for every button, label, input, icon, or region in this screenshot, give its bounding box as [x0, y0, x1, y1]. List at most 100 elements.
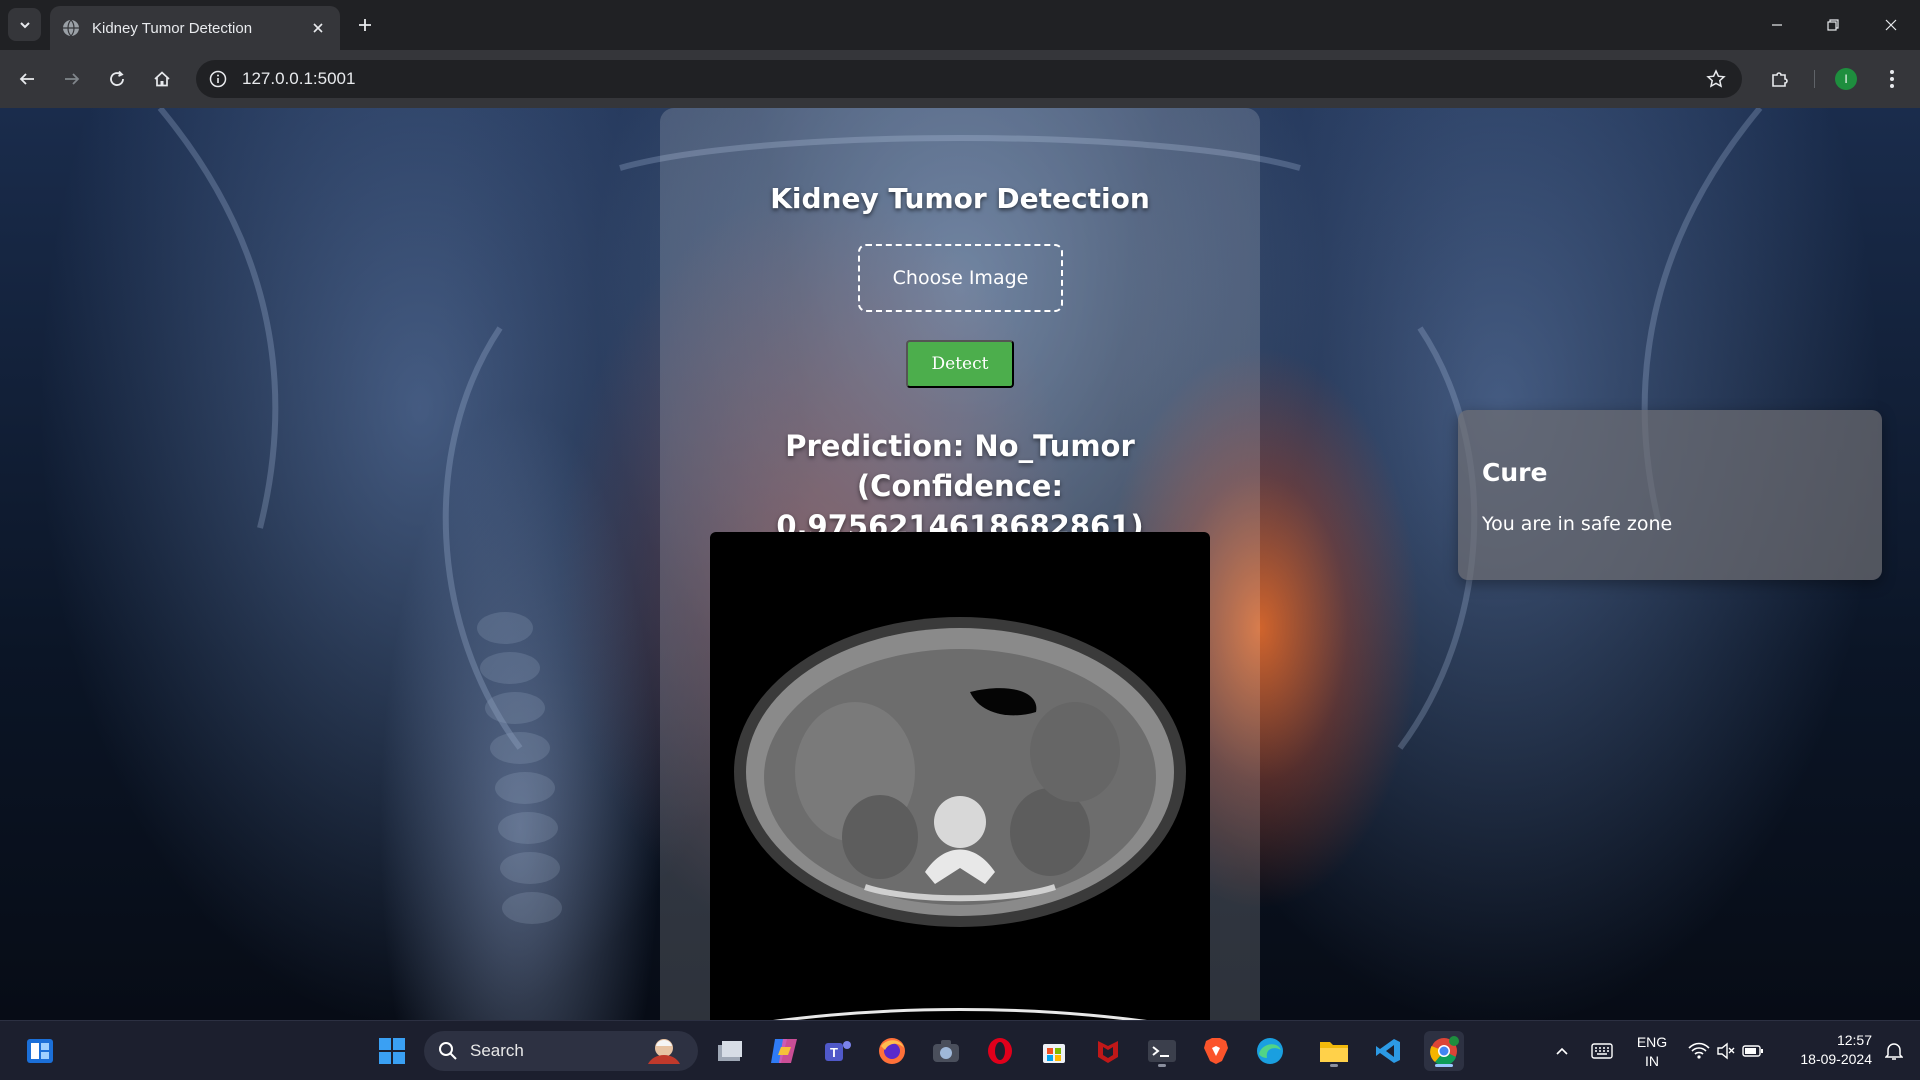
wifi-icon: [1688, 1042, 1710, 1059]
taskbar-app-vscode[interactable]: [1368, 1031, 1408, 1071]
widgets-icon: [27, 1039, 53, 1063]
reload-icon: [110, 70, 124, 86]
search-highlight-icon: [648, 1039, 680, 1064]
site-info-icon[interactable]: [206, 67, 230, 91]
edge-icon: [1257, 1038, 1283, 1064]
brave-icon: [1204, 1038, 1228, 1064]
taskbar-app-store[interactable]: [1034, 1031, 1074, 1071]
region-code: IN: [1645, 1053, 1659, 1069]
teams-icon: T: [825, 1041, 851, 1061]
active-tab[interactable]: Kidney Tumor Detection: [50, 6, 340, 50]
firefox-icon: [879, 1038, 905, 1064]
globe-icon: [63, 19, 79, 37]
cure-panel: Cure You are in safe zone: [1458, 410, 1882, 580]
tab-title: Kidney Tumor Detection: [92, 19, 253, 37]
folder-icon: [1320, 1042, 1348, 1062]
taskbar-app-file-explorer[interactable]: [710, 1031, 750, 1071]
browser-tab-bar: Kidney Tumor Detection: [0, 0, 1920, 50]
detect-button[interactable]: Detect: [906, 340, 1014, 388]
restore-icon: [1827, 19, 1839, 31]
opera-icon: [988, 1038, 1012, 1064]
cure-message: You are in safe zone: [1482, 513, 1673, 535]
taskbar-app-opera[interactable]: [980, 1031, 1020, 1071]
restore-button[interactable]: [1818, 10, 1848, 40]
keyboard-icon: [1591, 1043, 1613, 1059]
ct-scan-image: [710, 532, 1210, 1020]
address-bar[interactable]: 127.0.0.1:5001: [196, 60, 1742, 98]
chrome-icon: [1430, 1036, 1459, 1066]
taskbar-app-chrome[interactable]: [1424, 1031, 1464, 1071]
browser-toolbar: 127.0.0.1:5001 I: [0, 50, 1920, 108]
show-hidden-icons-button[interactable]: [1542, 1031, 1582, 1071]
search-icon: [439, 1042, 457, 1060]
notifications-button[interactable]: [1876, 1031, 1912, 1071]
svg-text:T: T: [830, 1045, 838, 1060]
taskbar-app-mcafee[interactable]: [1088, 1031, 1128, 1071]
language-code: ENG: [1636, 1034, 1668, 1050]
close-icon: [1885, 19, 1897, 31]
toolbar-divider: [1814, 70, 1815, 88]
tab-search-button[interactable]: [8, 8, 41, 41]
widgets-button[interactable]: [20, 1031, 60, 1071]
new-tab-button[interactable]: [352, 12, 378, 38]
extensions-button[interactable]: [1764, 63, 1796, 95]
start-button[interactable]: [372, 1031, 412, 1071]
forward-button[interactable]: [56, 63, 88, 95]
page-viewport: Kidney Tumor Detection Choose Image Dete…: [0, 108, 1920, 1020]
reload-button[interactable]: [101, 63, 133, 95]
taskbar-app-brave[interactable]: [1196, 1031, 1236, 1071]
file-explorer-icon: [718, 1041, 742, 1061]
profile-avatar[interactable]: I: [1835, 68, 1857, 90]
home-icon: [154, 71, 170, 87]
volume-muted-icon: [1717, 1042, 1735, 1060]
running-indicator: [1330, 1064, 1338, 1067]
chevron-down-icon: [19, 21, 30, 28]
puzzle-icon: [1772, 72, 1788, 87]
chevron-up-icon: [1556, 1047, 1568, 1055]
clock[interactable]: 12:57 18-09-2024: [1776, 1031, 1872, 1069]
taskbar-search[interactable]: Search: [424, 1031, 698, 1071]
touch-keyboard-button[interactable]: [1582, 1031, 1622, 1071]
minimize-button[interactable]: [1762, 10, 1792, 40]
detection-card: Kidney Tumor Detection Choose Image Dete…: [660, 108, 1260, 1020]
mcafee-icon: [1098, 1041, 1118, 1063]
windows-logo-icon: [379, 1038, 405, 1064]
taskbar-app-terminal[interactable]: [1142, 1031, 1182, 1071]
plus-icon: [359, 19, 371, 31]
page-title: Kidney Tumor Detection: [770, 182, 1150, 215]
store-icon: [1043, 1044, 1065, 1063]
minimize-icon: [1772, 24, 1782, 26]
taskbar: Search T ENG IN 12:57 18-09-2024: [0, 1020, 1920, 1080]
search-label: Search: [470, 1041, 524, 1060]
home-button[interactable]: [146, 63, 178, 95]
more-vertical-icon: [1890, 70, 1894, 88]
active-indicator: [1435, 1064, 1453, 1067]
close-window-button[interactable]: [1876, 10, 1906, 40]
choose-image-button[interactable]: Choose Image: [858, 244, 1063, 312]
battery-icon: [1742, 1045, 1763, 1057]
bell-icon: [1885, 1043, 1903, 1060]
taskbar-app-camera[interactable]: [926, 1031, 966, 1071]
taskbar-app-copilot[interactable]: [764, 1031, 804, 1071]
taskbar-app-folder[interactable]: [1314, 1031, 1354, 1071]
cure-heading: Cure: [1482, 458, 1548, 487]
prediction-result: Prediction: No_Tumor (Confidence: 0.9756…: [776, 429, 1144, 543]
browser-menu-button[interactable]: [1880, 63, 1904, 95]
taskbar-app-teams[interactable]: T: [818, 1031, 858, 1071]
back-arrow-icon: [19, 73, 34, 85]
taskbar-app-firefox[interactable]: [872, 1031, 912, 1071]
vscode-icon: [1376, 1039, 1400, 1063]
url-text: 127.0.0.1:5001: [242, 69, 356, 88]
taskbar-app-edge[interactable]: [1250, 1031, 1290, 1071]
clock-time: 12:57: [1836, 1032, 1872, 1048]
bookmark-star-icon[interactable]: [1704, 67, 1728, 91]
back-button[interactable]: [11, 63, 43, 95]
forward-arrow-icon: [65, 73, 80, 85]
terminal-icon: [1148, 1040, 1176, 1062]
close-tab-icon[interactable]: [308, 18, 328, 38]
input-language-indicator[interactable]: ENG IN: [1630, 1033, 1674, 1071]
quick-settings-button[interactable]: [1684, 1031, 1768, 1071]
copilot-icon: [771, 1039, 797, 1063]
clock-date: 18-09-2024: [1800, 1051, 1872, 1067]
camera-icon: [933, 1040, 959, 1062]
